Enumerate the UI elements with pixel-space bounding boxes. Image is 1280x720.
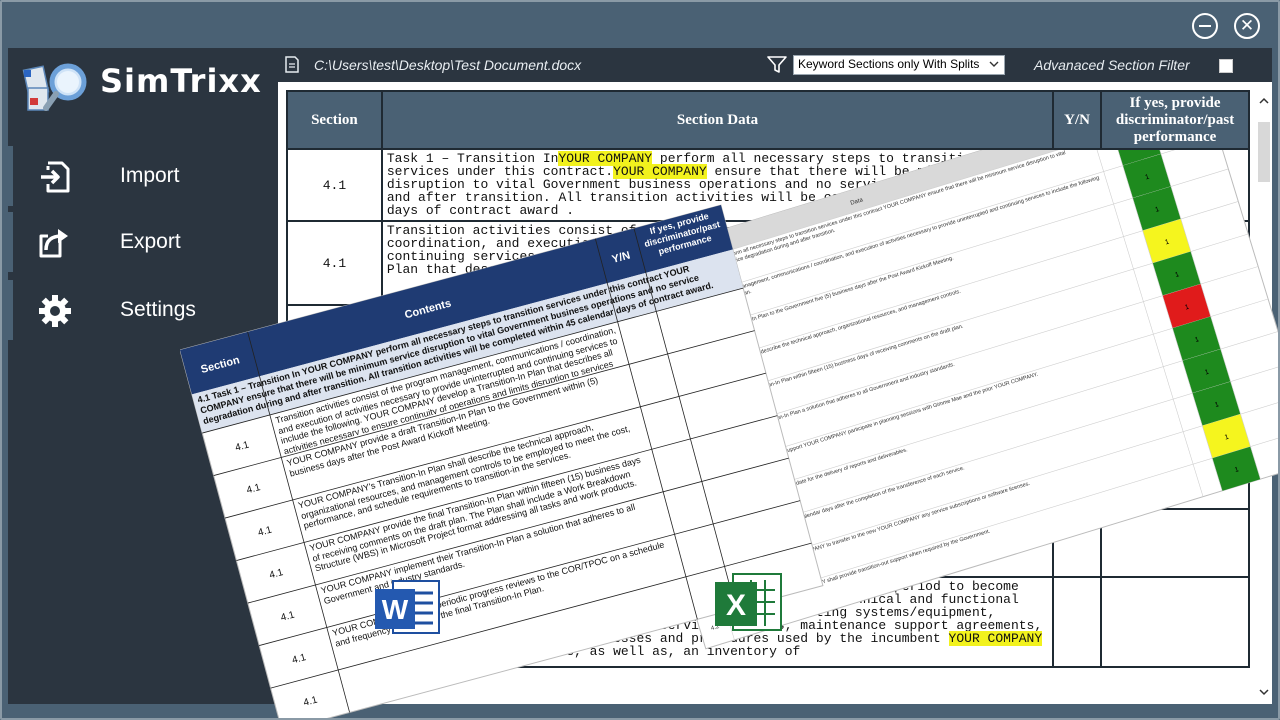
sidebar-item-label: Settings: [120, 298, 196, 321]
cell-section-data: [380, 440, 1055, 510]
keyword-highlight: YOUR COMPANY: [948, 631, 1043, 646]
export-icon: [39, 229, 68, 258]
magnifier-documents-logo: [22, 63, 87, 111]
chevron-down-icon: [989, 61, 999, 67]
toolbar: C:\Users\test\Desktop\Test Document.docx…: [278, 48, 1272, 82]
main-content: C:\Users\test\Desktop\Test Document.docx…: [278, 48, 1272, 704]
vertical-scrollbar[interactable]: [1256, 82, 1272, 704]
table-row[interactable]: knowledge transfer from the incumbent YO…: [286, 576, 1250, 668]
table-row[interactable]: [286, 372, 1250, 442]
brand-name: SimTrixx: [100, 62, 262, 100]
nav-accent: [8, 280, 13, 340]
cell-section: 4.1: [286, 220, 383, 306]
scroll-thumb[interactable]: [1258, 122, 1270, 182]
column-header-yn: Y/N: [1052, 90, 1103, 150]
title-bar: ✕: [0, 0, 1280, 48]
cell-section-data: [380, 304, 1055, 374]
cell-discriminator[interactable]: [1100, 220, 1250, 306]
text-segment: Transition activities consist of the pro…: [386, 223, 1027, 277]
sections-table: Section Section Data Y/N If yes, provide…: [286, 90, 1250, 668]
nav-accent: [8, 146, 13, 206]
cell-yn[interactable]: [1052, 372, 1103, 442]
cell-section-data: knowledge transfer from the incumbent YO…: [380, 576, 1055, 668]
cell-yn[interactable]: [1052, 304, 1103, 374]
cell-section-data: Transition activities consist of the pro…: [380, 220, 1055, 306]
sidebar-item-label: Export: [120, 230, 181, 253]
sidebar-item-label: Import: [120, 164, 180, 187]
table-row[interactable]: [286, 440, 1250, 510]
cell-discriminator[interactable]: [1100, 372, 1250, 442]
advanced-filter-checkbox[interactable]: [1219, 59, 1233, 73]
cell-section-data: Task 1 – Transition InYOUR COMPANY perfo…: [380, 148, 1055, 222]
table-header-row: Section Section Data Y/N If yes, provide…: [286, 90, 1250, 150]
nav-accent: [8, 212, 13, 272]
cell-yn[interactable]: [1052, 220, 1103, 306]
sidebar: SimTrixx Import Export Settings: [8, 48, 278, 704]
gear-icon: [39, 295, 71, 327]
cell-section: 4.1: [286, 148, 383, 222]
cell-yn[interactable]: [1052, 508, 1103, 578]
document-table-area: Section Section Data Y/N If yes, provide…: [278, 82, 1272, 704]
cell-section: [286, 372, 383, 442]
close-circle-icon: ✕: [1239, 16, 1255, 35]
scroll-down-icon[interactable]: [1259, 687, 1269, 697]
cell-discriminator[interactable]: [1100, 576, 1250, 668]
app-window: ✕ SimTrixx Import Export Settings C:\Use…: [0, 0, 1280, 720]
column-header-section-data: Section Data: [380, 90, 1055, 150]
sidebar-item-import[interactable]: Import: [8, 146, 278, 206]
section-filter-select[interactable]: Keyword Sections only With Splits: [793, 55, 1005, 75]
text-segment: to accomplish operations, as well as, an…: [386, 644, 801, 659]
scroll-up-icon[interactable]: [1259, 96, 1269, 106]
table-row[interactable]: [286, 508, 1250, 578]
cell-discriminator[interactable]: [1100, 148, 1250, 222]
cell-section-data: [380, 508, 1055, 578]
cell-yn[interactable]: [1052, 148, 1103, 222]
minus-circle-icon: [1199, 25, 1211, 27]
section-filter-value: Keyword Sections only With Splits: [798, 57, 980, 71]
minimize-button[interactable]: [1192, 13, 1218, 39]
table-body: 4.1 Task 1 – Transition InYOUR COMPANY pe…: [286, 148, 1250, 668]
cell-discriminator[interactable]: [1100, 508, 1250, 578]
table-row[interactable]: 4.1 Task 1 – Transition InYOUR COMPANY pe…: [286, 148, 1250, 222]
cell-section-data: [380, 372, 1055, 442]
cell-section: [286, 576, 383, 668]
sidebar-item-export[interactable]: Export: [8, 212, 278, 272]
column-header-discriminator: If yes, provide discriminator/past perfo…: [1100, 90, 1250, 150]
table-row[interactable]: 4.1 Transition activities consist of the …: [286, 220, 1250, 306]
table-row[interactable]: [286, 304, 1250, 374]
cell-yn[interactable]: [1052, 440, 1103, 510]
file-path: C:\Users\test\Desktop\Test Document.docx: [314, 57, 582, 73]
import-icon: [41, 161, 70, 193]
advanced-filter-label: Advanaced Section Filter: [1034, 57, 1190, 73]
cell-section: [286, 508, 383, 578]
close-button[interactable]: ✕: [1234, 13, 1260, 39]
app-logo: SimTrixx: [22, 56, 272, 116]
cell-discriminator[interactable]: [1100, 440, 1250, 510]
cell-discriminator[interactable]: [1100, 304, 1250, 374]
column-header-section: Section: [286, 90, 383, 150]
filter-icon: [767, 56, 787, 73]
cell-section: [286, 304, 383, 374]
cell-section: [286, 440, 383, 510]
cell-yn[interactable]: [1052, 576, 1103, 668]
sidebar-item-settings[interactable]: Settings: [8, 280, 278, 340]
document-icon[interactable]: [284, 56, 300, 73]
